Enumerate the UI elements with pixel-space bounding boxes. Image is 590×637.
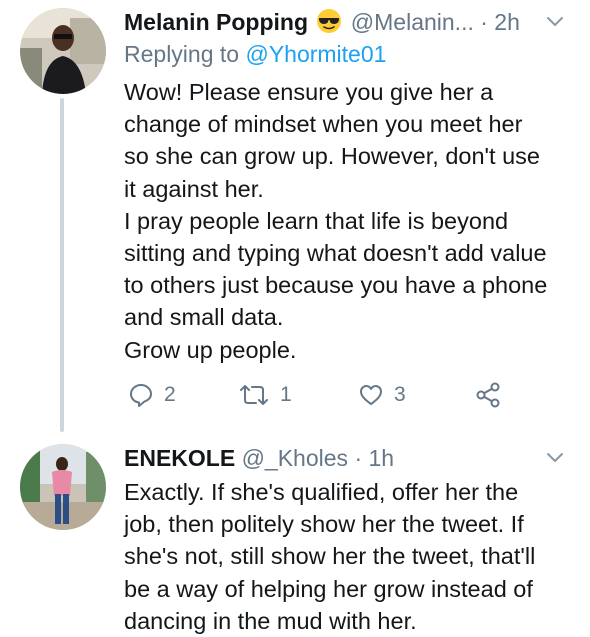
tweet-text-line: be a way of helping her grow instead of: [124, 575, 533, 602]
tweet-text-line: Grow up people.: [124, 336, 297, 363]
tweet-text: Wow! Please ensure you give her a change…: [124, 76, 560, 366]
retweet-icon: [240, 385, 268, 405]
like-count: 3: [394, 383, 406, 406]
tweet-text-line: I pray people learn that life is beyond: [124, 207, 509, 234]
retweet-count: 1: [280, 383, 292, 406]
share-icon: [476, 382, 500, 408]
user-handle[interactable]: @Melanin...: [351, 9, 474, 35]
tweet-actions: 2 1 3: [124, 378, 530, 412]
timestamp[interactable]: · 2h: [480, 9, 520, 35]
replying-to-label: Replying to: [124, 41, 240, 67]
tweet-header: Melanin Popping @Melanin... · 2h: [124, 8, 566, 36]
chevron-down-icon[interactable]: [544, 10, 566, 32]
tweet-text-line: and small data.: [124, 304, 284, 331]
like-button[interactable]: 3: [358, 378, 406, 412]
reply-button[interactable]: 2: [128, 378, 176, 412]
sunglasses-emoji-icon: [316, 8, 342, 40]
tweet-text-line: sitting and typing what doesn't add valu…: [124, 240, 547, 267]
display-name[interactable]: Melanin Popping: [124, 9, 308, 35]
tweet[interactable]: Melanin Popping @Melanin... · 2h Replyin…: [0, 0, 590, 432]
tweet-text-line: Wow! Please ensure you give her a: [124, 79, 494, 105]
share-button[interactable]: [474, 378, 502, 412]
tweet-header: ENEKOLE @_Kholes · 1h: [124, 444, 566, 472]
tweet[interactable]: ENEKOLE @_Kholes · 1h Exactly. If she's …: [0, 434, 590, 634]
tweet-text-line: dancing in the mud with her.: [124, 607, 417, 634]
heart-icon: [360, 385, 382, 405]
avatar[interactable]: [20, 444, 106, 530]
replying-to-handle[interactable]: @Yhormite01: [245, 41, 386, 67]
tweet-text-line: it against her.: [124, 175, 264, 202]
user-handle[interactable]: @_Kholes: [242, 445, 348, 471]
tweet-text-line: job, then politely show her the tweet. I…: [124, 511, 524, 538]
chevron-down-icon[interactable]: [544, 446, 566, 468]
display-name[interactable]: ENEKOLE: [124, 445, 235, 471]
tweet-text-line: she's not, still show her the tweet, tha…: [124, 543, 536, 570]
tweet-text-line: so she can grow up. However, don't use: [124, 143, 540, 170]
reply-count: 2: [164, 383, 176, 406]
tweet-text-line: change of mindset when you meet her: [124, 111, 523, 138]
replying-to: Replying to @Yhormite01: [124, 40, 386, 68]
avatar[interactable]: [20, 8, 106, 94]
tweet-text: Exactly. If she's qualified, offer her t…: [124, 476, 560, 637]
tweet-text-line: Exactly. If she's qualified, offer her t…: [124, 479, 519, 505]
thread-line: [60, 98, 64, 432]
tweet-text-line: to others just because you have a phone: [124, 272, 548, 299]
timestamp[interactable]: · 1h: [354, 445, 394, 471]
reply-icon: [130, 384, 152, 407]
retweet-button[interactable]: 1: [238, 378, 292, 412]
